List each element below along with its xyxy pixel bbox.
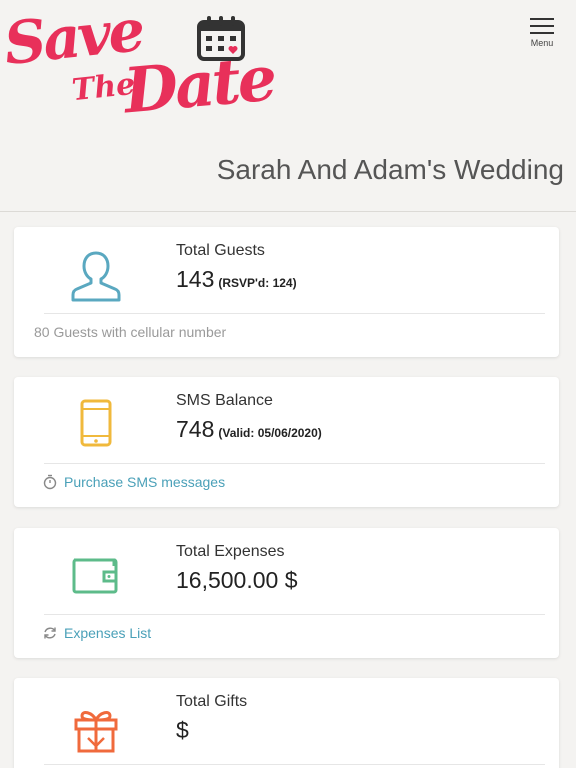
total-expenses-label: Total Expenses [176, 543, 285, 560]
total-expenses-card[interactable]: Total Expenses 16,500.00 $ Expenses List [14, 528, 559, 658]
card-divider [44, 614, 545, 615]
total-gifts-card[interactable]: Total Gifts $ [14, 678, 559, 768]
app-header: Save The Date Menu Sarah And Adam's Wedd… [0, 0, 576, 212]
purchase-sms-link[interactable]: Purchase SMS messages [64, 474, 225, 490]
sms-balance-label: SMS Balance [176, 392, 273, 409]
total-guests-label: Total Guests [176, 242, 265, 259]
sms-balance-value: 748 (Valid: 05/06/2020) [176, 416, 322, 443]
page-title: Sarah And Adam's Wedding [216, 154, 564, 185]
card-divider [44, 764, 545, 765]
user-icon [71, 251, 121, 302]
phone-icon [80, 399, 112, 447]
expenses-list-link[interactable]: Expenses List [64, 625, 151, 641]
hamburger-icon [530, 18, 554, 34]
total-gifts-value: $ [176, 717, 189, 744]
menu-label: Menu [530, 38, 554, 48]
total-guests-value: 143 (RSVP'd: 124) [176, 266, 297, 293]
sms-valid-date: (Valid: 05/06/2020) [218, 426, 322, 440]
cellular-guests-text: 80 Guests with cellular number [34, 324, 227, 340]
gifts-amount: $ [176, 717, 189, 743]
sms-count: 748 [176, 416, 215, 442]
calendar-heart-icon [197, 16, 245, 61]
card-divider [44, 463, 545, 464]
rsvp-count: (RSVP'd: 124) [218, 276, 297, 290]
total-gifts-label: Total Gifts [176, 693, 248, 710]
guest-count: 143 [176, 266, 215, 292]
refresh-icon [44, 627, 56, 639]
card-footer: Purchase SMS messages [34, 474, 225, 490]
sms-balance-card[interactable]: SMS Balance 748 (Valid: 05/06/2020) Purch… [14, 377, 559, 507]
card-footer: Expenses List [34, 625, 151, 641]
total-expenses-value: 16,500.00 $ [176, 567, 298, 594]
menu-button[interactable]: Menu [524, 16, 560, 54]
total-guests-card[interactable]: Total Guests 143 (RSVP'd: 124) 80 Guests … [14, 227, 559, 357]
expenses-amount: 16,500.00 $ [176, 567, 298, 593]
save-the-date-logo[interactable]: Save The Date [1, 0, 277, 130]
stopwatch-icon [43, 474, 57, 490]
card-footer: 80 Guests with cellular number [34, 324, 226, 340]
wallet-icon [72, 558, 118, 594]
card-divider [44, 313, 545, 314]
gift-icon [74, 711, 118, 753]
